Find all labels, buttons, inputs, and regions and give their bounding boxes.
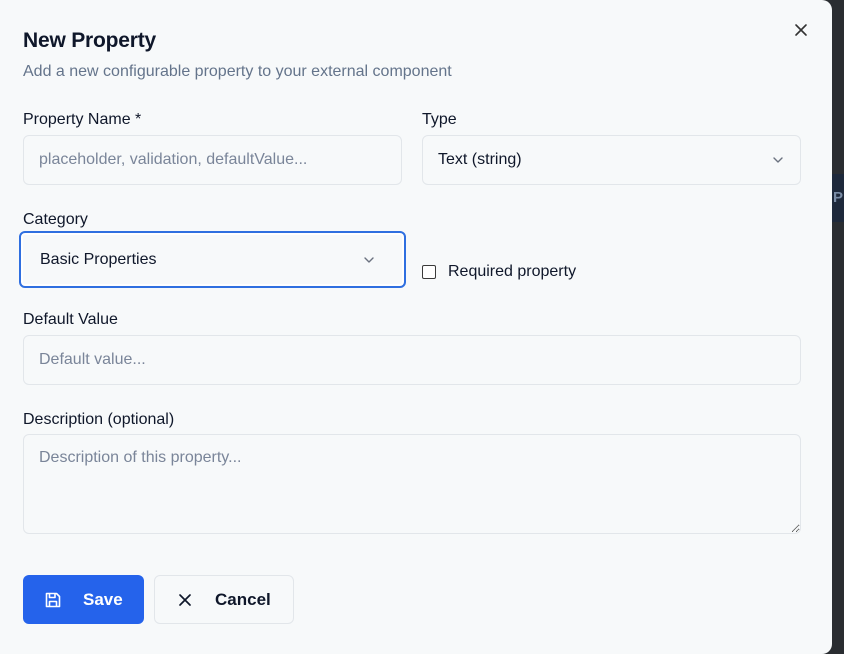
default-value-label: Default Value: [23, 311, 118, 328]
category-label: Category: [23, 211, 88, 228]
cancel-button-label: Cancel: [215, 589, 271, 609]
type-select[interactable]: Text (string): [422, 135, 801, 185]
property-name-input[interactable]: [23, 135, 402, 185]
description-textarea[interactable]: [23, 434, 801, 534]
dialog-subtitle: Add a new configurable property to your …: [23, 63, 452, 80]
close-icon: [178, 593, 192, 607]
type-select-value: Text (string): [438, 151, 522, 168]
background-peek-text: P: [833, 189, 844, 206]
category-select-value: Basic Properties: [40, 250, 157, 268]
new-property-dialog: New Property Add a new configurable prop…: [0, 0, 832, 654]
chevron-down-icon: [362, 253, 376, 267]
required-checkbox-label: Required property: [448, 263, 577, 280]
property-name-label: Property Name *: [23, 111, 142, 128]
description-label: Description (optional): [23, 411, 175, 428]
cancel-button[interactable]: Cancel: [154, 575, 294, 624]
save-button[interactable]: Save: [23, 575, 144, 624]
save-icon: [44, 591, 62, 609]
save-button-label: Save: [83, 589, 123, 609]
close-icon: [794, 23, 808, 37]
default-value-input[interactable]: [23, 335, 801, 385]
dialog-title: New Property: [23, 29, 156, 52]
required-checkbox[interactable]: [422, 265, 436, 279]
type-label: Type: [422, 111, 457, 128]
category-select[interactable]: Basic Properties: [19, 231, 406, 288]
required-property-toggle[interactable]: Required property: [422, 263, 576, 281]
chevron-down-icon: [771, 153, 785, 167]
close-button[interactable]: [789, 18, 813, 42]
